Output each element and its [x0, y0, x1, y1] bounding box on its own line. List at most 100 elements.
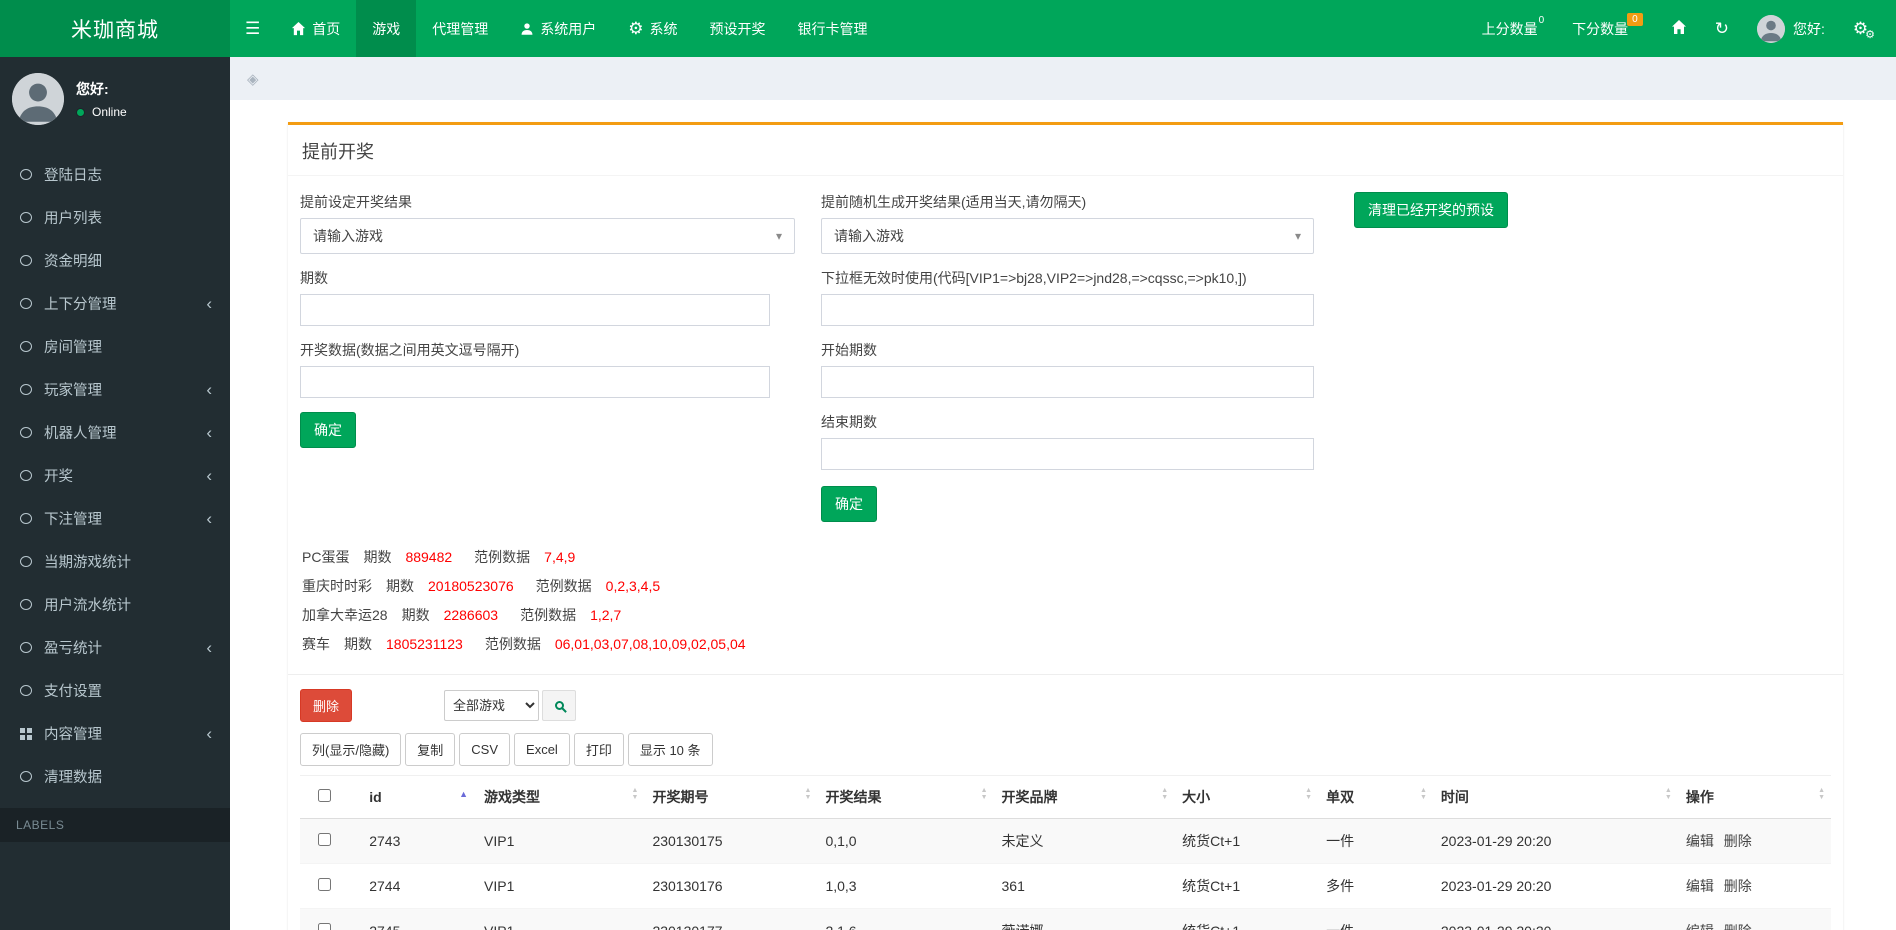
- nav-item-preset-draw[interactable]: 预设开奖: [694, 0, 782, 57]
- sidebar-item[interactable]: 下注管理 ‹: [0, 497, 230, 540]
- game-select[interactable]: 请输入游戏 ▾: [300, 218, 795, 254]
- chevron-down-icon: ▾: [776, 229, 782, 243]
- cell-brand: 361: [994, 864, 1175, 909]
- circle-icon: [20, 556, 32, 567]
- column-header[interactable]: 开奖期号 ▲ ▲▼: [644, 776, 817, 819]
- down-score-link[interactable]: 下分数量0: [1572, 19, 1643, 39]
- cell-brand: 未定义: [994, 819, 1175, 864]
- nav-item-home[interactable]: 首页: [275, 0, 356, 57]
- chevron-left-icon: ‹: [206, 725, 212, 742]
- cell-game-type: VIP1: [476, 864, 644, 909]
- select-all-checkbox[interactable]: [318, 789, 331, 802]
- brand-logo[interactable]: 米珈商城: [0, 0, 230, 57]
- example-line: 赛车 期数 1805231123 范例数据 06,01,03,07,08,10,…: [302, 629, 1831, 658]
- sidebar-item[interactable]: 内容管理 ‹: [0, 712, 230, 755]
- column-header[interactable]: 单双 ▲ ▲▼: [1318, 776, 1433, 819]
- row-checkbox[interactable]: [318, 833, 331, 846]
- sidebar-item[interactable]: 用户列表 ‹: [0, 196, 230, 239]
- nav-item-bank-cards[interactable]: 银行卡管理: [782, 0, 884, 57]
- example-sample-label: 范例数据: [474, 547, 530, 567]
- export-button[interactable]: Excel: [514, 733, 570, 766]
- column-header[interactable]: 开奖品牌 ▲ ▲▼: [994, 776, 1175, 819]
- example-issue-label: 期数: [402, 605, 430, 625]
- online-status[interactable]: Online: [76, 105, 127, 119]
- game-filter-select[interactable]: 全部游戏: [444, 690, 539, 721]
- content-sheet: 提前开奖 提前设定开奖结果 请输入游戏 ▾ 期数 开奖数据(数据之间用英文逗号隔…: [230, 100, 1896, 930]
- sidebar-item[interactable]: 登陆日志 ‹: [0, 153, 230, 196]
- sidebar-item[interactable]: 玩家管理 ‹: [0, 368, 230, 411]
- sort-icon: ▲▼: [1305, 787, 1312, 801]
- column-header[interactable]: 游戏类型 ▲ ▲▼: [476, 776, 644, 819]
- export-button[interactable]: 列(显示/隐藏): [300, 733, 401, 766]
- end-issue-input[interactable]: [821, 438, 1314, 470]
- nav-item-games[interactable]: 游戏: [356, 0, 416, 57]
- row-checkbox[interactable]: [318, 878, 331, 891]
- column-header[interactable]: 操作 ▲ ▲▼: [1678, 776, 1831, 819]
- circle-icon: [20, 470, 32, 481]
- clear-preset-button[interactable]: 清理已经开奖的预设: [1354, 192, 1508, 228]
- confirm-button[interactable]: 确定: [300, 412, 356, 448]
- chevron-left-icon: ‹: [206, 381, 212, 398]
- cell-time: 2023-01-29 20:20: [1433, 864, 1678, 909]
- export-button[interactable]: 显示 10 条: [628, 733, 713, 766]
- column-header[interactable]: 大小 ▲ ▲▼: [1174, 776, 1318, 819]
- nav-item-agents[interactable]: 代理管理: [416, 0, 504, 57]
- sidebar-item[interactable]: 支付设置 ‹: [0, 669, 230, 712]
- game-select-2[interactable]: 请输入游戏 ▾: [821, 218, 1314, 254]
- row-checkbox[interactable]: [318, 923, 331, 930]
- user-menu[interactable]: 您好:: [1757, 15, 1825, 43]
- sidebar-item[interactable]: 资金明细 ‹: [0, 239, 230, 282]
- sidebar-item[interactable]: 开奖 ‹: [0, 454, 230, 497]
- search-button[interactable]: [542, 690, 576, 721]
- example-sample-value: 0,2,3,4,5: [606, 578, 661, 594]
- start-issue-input[interactable]: [821, 366, 1314, 398]
- down-score-badge: 0: [1627, 13, 1643, 26]
- up-score-link[interactable]: 上分数量0: [1482, 19, 1545, 39]
- column-label: id: [369, 789, 381, 805]
- settings-link[interactable]: ⚙⚙: [1853, 19, 1878, 39]
- home-icon: [1671, 19, 1687, 38]
- export-button[interactable]: 复制: [405, 733, 455, 766]
- avatar: [12, 73, 64, 125]
- column-header[interactable]: 开奖结果 ▲ ▲▼: [817, 776, 993, 819]
- sidebar-item[interactable]: 盈亏统计 ‹: [0, 626, 230, 669]
- sidebar-item[interactable]: 房间管理 ‹: [0, 325, 230, 368]
- nav-item-system-users[interactable]: 系统用户: [504, 0, 612, 57]
- breadcrumb: ◈: [230, 57, 1896, 100]
- export-button[interactable]: CSV: [459, 733, 510, 766]
- gem-icon[interactable]: ◈: [247, 70, 259, 88]
- delete-link[interactable]: 删除: [1724, 923, 1752, 930]
- home-shortcut-link[interactable]: [1671, 19, 1687, 38]
- sidebar-item[interactable]: 当期游戏统计 ‹: [0, 540, 230, 583]
- sidebar-item[interactable]: 清理数据 ‹: [0, 755, 230, 798]
- example-sample-value: 06,01,03,07,08,10,09,02,05,04: [555, 636, 746, 652]
- edit-link[interactable]: 编辑: [1686, 923, 1714, 930]
- confirm-button-2[interactable]: 确定: [821, 486, 877, 522]
- sidebar-item[interactable]: 机器人管理 ‹: [0, 411, 230, 454]
- delete-link[interactable]: 删除: [1724, 833, 1752, 849]
- export-button[interactable]: 打印: [574, 733, 624, 766]
- delete-link[interactable]: 删除: [1724, 878, 1752, 894]
- edit-link[interactable]: 编辑: [1686, 878, 1714, 894]
- nav-item-system[interactable]: ⚙ 系统: [612, 0, 693, 57]
- sort-asc-icon: ▲: [459, 789, 468, 799]
- delete-button[interactable]: 删除: [300, 689, 352, 722]
- draw-data-input[interactable]: [300, 366, 770, 398]
- code-label: 下拉框无效时使用(代码[VIP1=>bj28,VIP2=>jnd28,=>cqs…: [821, 268, 1314, 288]
- refresh-link[interactable]: ↻: [1715, 20, 1729, 37]
- sidebar-item[interactable]: 上下分管理 ‹: [0, 282, 230, 325]
- column-header[interactable]: id ▲ ▲▼: [361, 776, 476, 819]
- sort-icon: ▲▼: [1161, 787, 1168, 801]
- example-sample-label: 范例数据: [536, 576, 592, 596]
- edit-link[interactable]: 编辑: [1686, 833, 1714, 849]
- column-header[interactable]: 时间 ▲ ▲▼: [1433, 776, 1678, 819]
- sidebar-item[interactable]: 用户流水统计 ‹: [0, 583, 230, 626]
- code-input[interactable]: [821, 294, 1314, 326]
- issue-input[interactable]: [300, 294, 770, 326]
- circle-icon: [20, 513, 32, 524]
- filter-group: 全部游戏: [444, 690, 576, 721]
- sort-icon: ▲▼: [632, 787, 639, 801]
- circle-icon: [20, 599, 32, 610]
- sidebar-toggle-button[interactable]: ☰: [230, 0, 275, 57]
- column-label: 大小: [1182, 789, 1210, 805]
